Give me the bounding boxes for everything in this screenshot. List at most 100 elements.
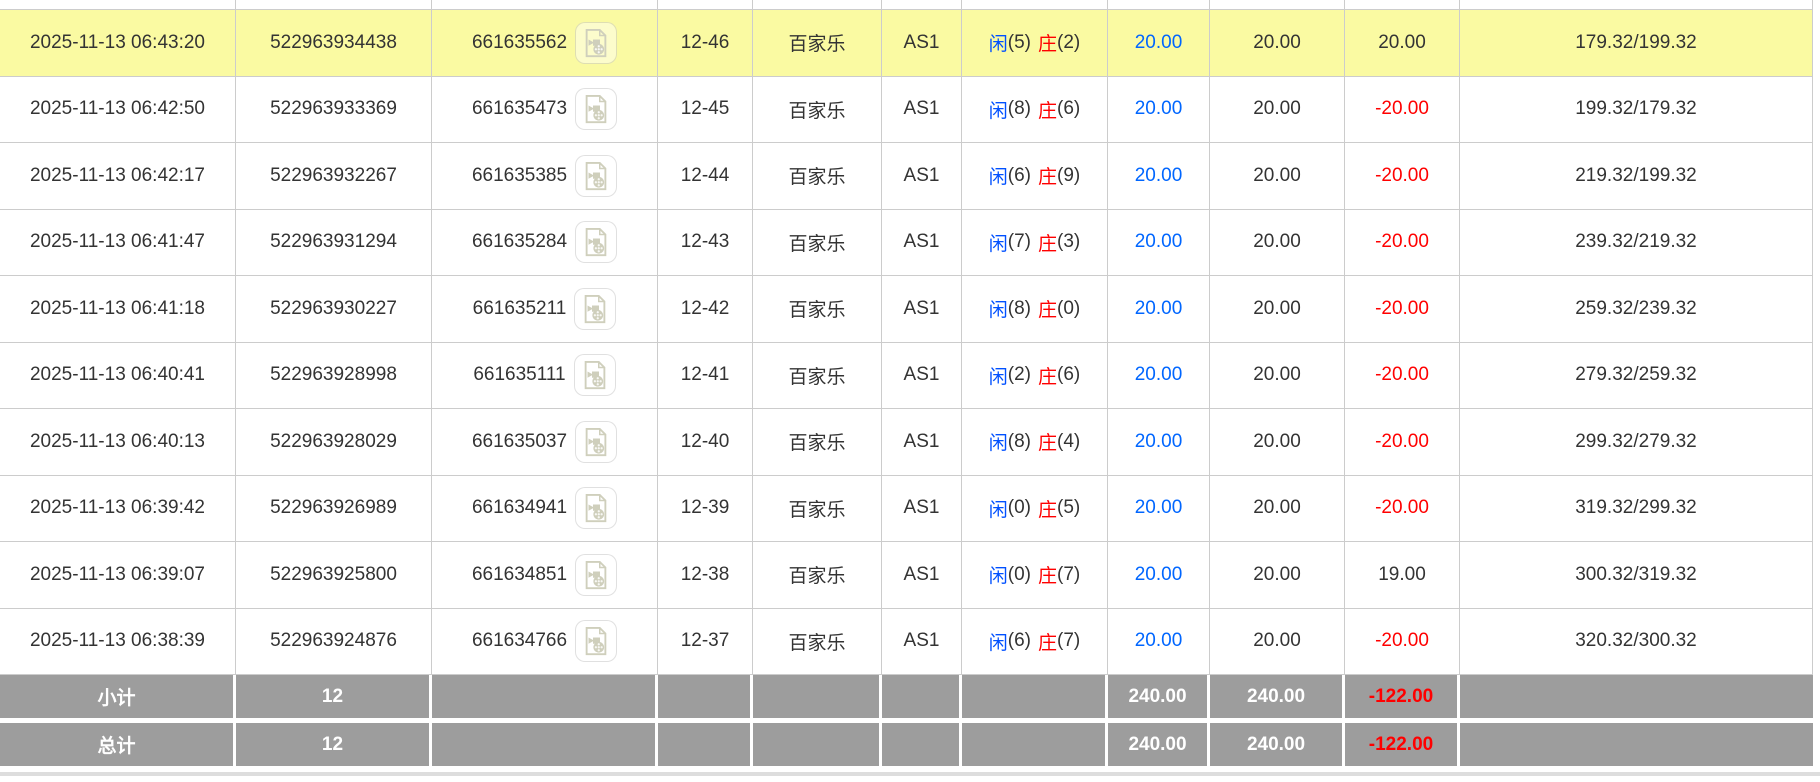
table-name: AS1 <box>882 475 962 541</box>
table-name: AS1 <box>882 608 962 674</box>
banker-label: 庄 <box>1038 100 1058 122</box>
valid-bet: 20.00 <box>1210 276 1345 342</box>
bet-amount-cell: 20.00 <box>1108 475 1210 541</box>
banker-label: 庄 <box>1038 366 1058 388</box>
round-number: 12-40 <box>658 409 753 475</box>
video-file-icon <box>585 28 607 57</box>
banker-points: (6) <box>1057 98 1081 120</box>
win-loss: 19.00 <box>1345 542 1460 608</box>
bet-time: 2025-11-13 06:41:18 <box>0 276 236 342</box>
bet-amount-link[interactable]: 20.00 <box>1135 298 1183 320</box>
table-row: 2025-11-13 06:42:50 522963933369 6616354… <box>0 76 1813 143</box>
banker-points: (3) <box>1057 231 1081 253</box>
bet-amount-link[interactable]: 20.00 <box>1135 564 1183 586</box>
round-number: 12-46 <box>658 10 753 76</box>
table-name: AS1 <box>882 409 962 475</box>
game-number-text: 661635385 <box>471 164 568 186</box>
game-result: 闲 (8) 庄 (6) <box>962 76 1108 142</box>
win-loss: -20.00 <box>1345 475 1460 541</box>
player-points: (8) <box>1007 430 1031 452</box>
banker-label: 庄 <box>1038 233 1058 255</box>
game-number-text: 661635284 <box>471 231 568 253</box>
game-number: 661635385 <box>432 143 658 209</box>
game-result: 闲 (6) 庄 (7) <box>962 608 1108 674</box>
game-number-text: 661635211 <box>472 297 567 319</box>
bet-amount-link[interactable]: 20.00 <box>1135 497 1183 519</box>
round-number: 12-39 <box>658 475 753 541</box>
game-type: 百家乐 <box>753 342 882 408</box>
balance: 199.32/179.32 <box>1460 76 1813 142</box>
banker-points: (7) <box>1057 630 1081 652</box>
previous-row-partial <box>0 0 1813 10</box>
table-row: 2025-11-13 06:38:39 522963924876 6616347… <box>0 608 1813 675</box>
banker-label: 庄 <box>1038 499 1058 521</box>
game-number: 661634766 <box>432 608 658 674</box>
bet-amount-link[interactable]: 20.00 <box>1135 231 1183 253</box>
video-file-icon <box>585 294 606 323</box>
order-number: 522963924876 <box>236 608 432 674</box>
bet-time: 2025-11-13 06:39:42 <box>0 475 236 541</box>
balance: 299.32/279.32 <box>1460 409 1813 475</box>
player-label: 闲 <box>988 632 1008 654</box>
game-type: 百家乐 <box>753 76 882 142</box>
round-number: 12-42 <box>658 276 753 342</box>
video-replay-button[interactable] <box>575 221 618 264</box>
balance: 320.32/300.32 <box>1460 608 1813 674</box>
balance: 300.32/319.32 <box>1460 542 1813 608</box>
table-body: 2025-11-13 06:43:20 522963934438 6616355… <box>0 10 1813 675</box>
subtotal-winloss: -122.00 <box>1345 675 1460 718</box>
video-file-icon <box>585 427 607 456</box>
game-number-text: 661634941 <box>471 497 568 519</box>
game-number: 661635211 <box>432 276 658 342</box>
game-result: 闲 (0) 庄 (5) <box>962 475 1108 541</box>
order-number: 522963926989 <box>236 475 432 541</box>
order-number: 522963925800 <box>236 542 432 608</box>
bet-amount-link[interactable]: 20.00 <box>1135 431 1183 453</box>
balance: 219.32/199.32 <box>1460 143 1813 209</box>
bet-amount-link[interactable]: 20.00 <box>1135 165 1183 187</box>
video-replay-button[interactable] <box>575 420 618 463</box>
bet-records-table: 2025-11-13 06:43:20 522963934438 6616355… <box>0 0 1813 766</box>
game-type: 百家乐 <box>753 475 882 541</box>
banker-points: (2) <box>1057 31 1081 53</box>
game-type: 百家乐 <box>753 10 882 76</box>
balance: 259.32/239.32 <box>1460 276 1813 342</box>
valid-bet: 20.00 <box>1210 409 1345 475</box>
round-number: 12-45 <box>658 76 753 142</box>
bet-amount-link[interactable]: 20.00 <box>1135 98 1183 120</box>
player-label: 闲 <box>988 499 1008 521</box>
bet-time: 2025-11-13 06:39:07 <box>0 542 236 608</box>
video-replay-button[interactable] <box>575 88 618 131</box>
table-row: 2025-11-13 06:41:18 522963930227 6616352… <box>0 276 1813 343</box>
game-result: 闲 (5) 庄 (2) <box>962 10 1108 76</box>
video-file-icon <box>585 627 607 656</box>
video-replay-button[interactable] <box>574 287 617 330</box>
bet-amount-link[interactable]: 20.00 <box>1135 630 1183 652</box>
player-label: 闲 <box>988 167 1008 189</box>
player-label: 闲 <box>988 366 1008 388</box>
player-points: (5) <box>1007 31 1031 53</box>
order-number: 522963928029 <box>236 409 432 475</box>
video-replay-button[interactable] <box>575 553 618 596</box>
bet-time: 2025-11-13 06:40:41 <box>0 342 236 408</box>
win-loss: 20.00 <box>1345 10 1460 76</box>
video-replay-button[interactable] <box>575 154 618 197</box>
balance: 179.32/199.32 <box>1460 10 1813 76</box>
bet-amount-cell: 20.00 <box>1108 209 1210 275</box>
player-points: (0) <box>1007 497 1031 519</box>
video-replay-button[interactable] <box>575 620 618 663</box>
banker-label: 庄 <box>1038 167 1058 189</box>
video-replay-button[interactable] <box>575 21 618 64</box>
game-result: 闲 (7) 庄 (3) <box>962 209 1108 275</box>
valid-bet: 20.00 <box>1210 608 1345 674</box>
video-replay-button[interactable] <box>575 487 618 530</box>
bet-amount-cell: 20.00 <box>1108 10 1210 76</box>
order-number: 522963934438 <box>236 10 432 76</box>
video-replay-button[interactable] <box>573 354 616 397</box>
player-points: (0) <box>1007 563 1031 585</box>
bet-amount-link[interactable]: 20.00 <box>1135 32 1183 54</box>
total-winloss: -122.00 <box>1345 723 1460 766</box>
win-loss: -20.00 <box>1345 608 1460 674</box>
bet-amount-link[interactable]: 20.00 <box>1135 364 1183 386</box>
bet-time: 2025-11-13 06:42:17 <box>0 143 236 209</box>
